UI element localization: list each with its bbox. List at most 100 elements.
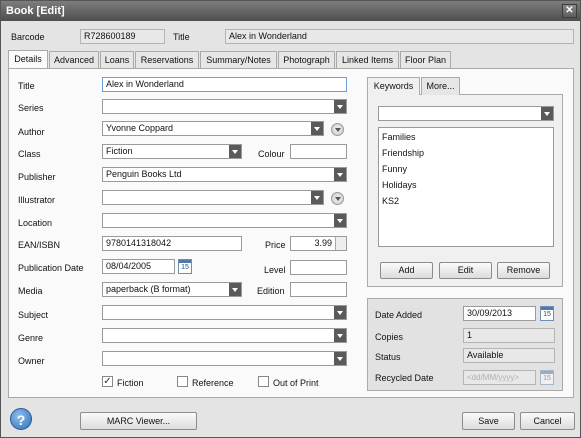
barcode-field: R728600189 <box>80 29 165 44</box>
list-item[interactable]: KS2 <box>382 196 399 206</box>
ean-label: EAN/ISBN <box>18 240 61 250</box>
list-item[interactable]: Friendship <box>382 148 424 158</box>
keywords-list[interactable]: Families Friendship Funny Holidays KS2 <box>378 127 554 247</box>
owner-label: Owner <box>18 356 45 366</box>
location-label: Location <box>18 218 53 228</box>
window-title: Book [Edit] <box>6 5 65 17</box>
chevron-down-icon[interactable] <box>334 352 346 365</box>
date-added-label: Date Added <box>375 310 423 320</box>
class-dropdown[interactable]: Fiction <box>102 144 242 159</box>
chevron-down-icon[interactable] <box>334 100 346 113</box>
chevron-down-icon[interactable] <box>229 283 241 296</box>
colour-label: Colour <box>258 149 285 159</box>
edition-input[interactable] <box>290 282 347 297</box>
tab-linked-items[interactable]: Linked Items <box>336 51 399 69</box>
subject-dropdown[interactable] <box>102 305 347 320</box>
tab-keywords[interactable]: Keywords <box>367 77 420 95</box>
owner-dropdown[interactable] <box>102 351 347 366</box>
level-input[interactable] <box>290 260 347 275</box>
series-label: Series <box>18 103 44 113</box>
copies-label: Copies <box>375 332 404 342</box>
list-item[interactable]: Funny <box>382 164 407 174</box>
pubdate-label: Publication Date <box>18 263 84 273</box>
illustrator-dropdown[interactable] <box>102 190 324 205</box>
location-dropdown[interactable] <box>102 213 347 228</box>
genre-dropdown[interactable] <box>102 328 347 343</box>
barcode-label: Barcode <box>11 32 45 42</box>
add-keyword-button[interactable]: Add <box>380 262 433 279</box>
tab-loans[interactable]: Loans <box>100 51 134 69</box>
subject-label: Subject <box>18 310 49 320</box>
tab-reservations[interactable]: Reservations <box>135 51 199 69</box>
publisher-value: Penguin Books Ltd <box>106 169 182 179</box>
keyword-dropdown[interactable] <box>378 106 554 121</box>
edition-label: Edition <box>257 286 285 296</box>
header-title-field: Alex in Wonderland <box>225 29 574 44</box>
media-label: Media <box>18 286 43 296</box>
remove-keyword-button[interactable]: Remove <box>497 262 550 279</box>
author-value: Yvonne Coppard <box>106 123 174 133</box>
chevron-down-icon[interactable] <box>541 107 553 120</box>
price-input[interactable]: 3.99 <box>290 236 347 251</box>
tab-photograph[interactable]: Photograph <box>278 51 335 69</box>
ean-input[interactable]: 9780141318042 <box>102 236 242 251</box>
colour-input[interactable] <box>290 144 347 159</box>
out-of-print-checkbox[interactable] <box>258 376 269 387</box>
help-icon[interactable]: ? <box>10 408 32 430</box>
series-dropdown[interactable] <box>102 99 347 114</box>
chevron-down-icon[interactable] <box>334 214 346 227</box>
chevron-down-icon[interactable] <box>311 191 323 204</box>
close-icon[interactable]: ✕ <box>562 4 577 18</box>
genre-label: Genre <box>18 333 44 343</box>
price-value: 3.99 <box>314 238 332 248</box>
recycled-date-input: <dd/MM/yyyy> <box>463 370 536 385</box>
fiction-checkbox[interactable]: ✓ <box>102 376 113 387</box>
reference-label: Reference <box>192 378 234 388</box>
header-title-label: Title <box>173 32 190 42</box>
tab-details[interactable]: Details <box>8 50 48 69</box>
author-label: Author <box>18 127 45 137</box>
chevron-down-icon[interactable] <box>334 168 346 181</box>
cancel-button[interactable]: Cancel <box>520 412 575 430</box>
tab-advanced[interactable]: Advanced <box>49 51 99 69</box>
tab-summary-notes[interactable]: Summary/Notes <box>200 51 277 69</box>
media-value: paperback (B format) <box>106 284 191 294</box>
copies-field: 1 <box>463 328 555 343</box>
chevron-down-icon[interactable] <box>334 306 346 319</box>
chevron-down-icon[interactable] <box>229 145 241 158</box>
chevron-down-icon[interactable] <box>334 329 346 342</box>
publisher-dropdown[interactable]: Penguin Books Ltd <box>102 167 347 182</box>
fiction-label: Fiction <box>117 378 144 388</box>
class-label: Class <box>18 149 41 159</box>
recycled-date-label: Recycled Date <box>375 373 434 383</box>
status-label: Status <box>375 352 401 362</box>
reference-checkbox[interactable] <box>177 376 188 387</box>
marc-viewer-button[interactable]: MARC Viewer... <box>80 412 197 430</box>
save-button[interactable]: Save <box>462 412 515 430</box>
title-input[interactable]: Alex in Wonderland <box>102 77 347 92</box>
tab-more[interactable]: More... <box>421 77 460 95</box>
calendar-icon[interactable]: 15 <box>178 259 192 274</box>
status-field: Available <box>463 348 555 363</box>
date-added-input[interactable]: 30/09/2013 <box>463 306 536 321</box>
edit-keyword-button[interactable]: Edit <box>439 262 492 279</box>
illustrator-label: Illustrator <box>18 195 56 205</box>
illustrator-expand-icon[interactable] <box>331 192 344 205</box>
window-titlebar: Book [Edit] ✕ <box>1 1 580 21</box>
author-expand-icon[interactable] <box>331 123 344 136</box>
list-item[interactable]: Holidays <box>382 180 417 190</box>
level-label: Level <box>264 265 286 275</box>
calendar-icon[interactable]: 15 <box>540 306 554 321</box>
author-dropdown[interactable]: Yvonne Coppard <box>102 121 324 136</box>
price-spinner[interactable] <box>335 237 346 250</box>
class-value: Fiction <box>106 146 133 156</box>
publisher-label: Publisher <box>18 172 56 182</box>
media-dropdown[interactable]: paperback (B format) <box>102 282 242 297</box>
pubdate-input[interactable]: 08/04/2005 <box>102 259 175 274</box>
calendar-icon: 15 <box>540 370 554 385</box>
title-label: Title <box>18 81 35 91</box>
chevron-down-icon[interactable] <box>311 122 323 135</box>
price-label: Price <box>265 240 286 250</box>
list-item[interactable]: Families <box>382 132 416 142</box>
tab-floor-plan[interactable]: Floor Plan <box>400 51 451 69</box>
